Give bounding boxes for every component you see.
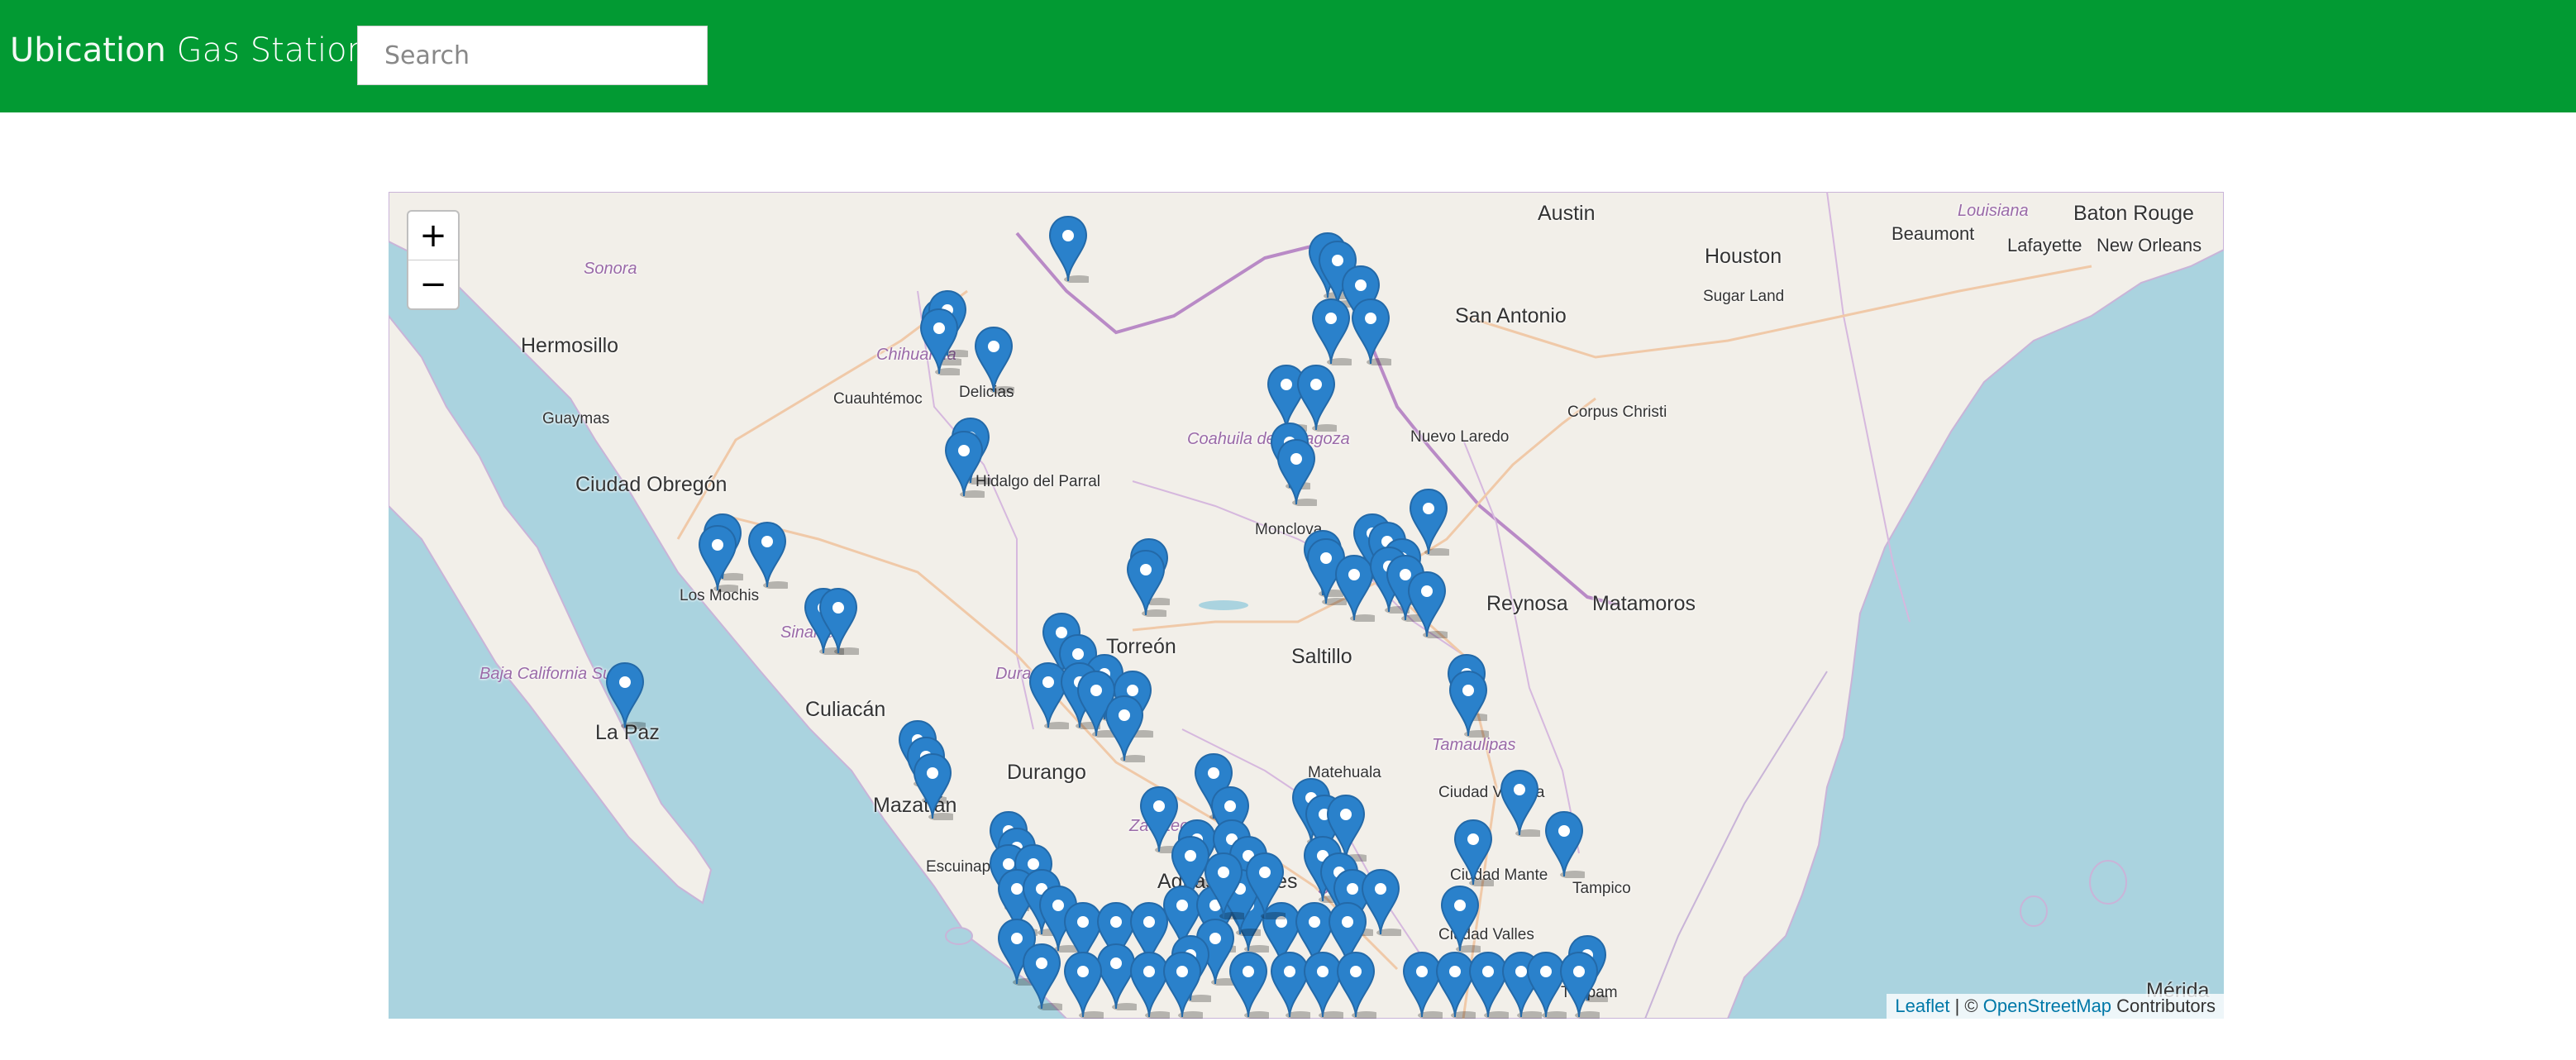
gas-station-marker-icon[interactable]: [1021, 943, 1062, 1010]
place-label-nuevo-laredo: Nuevo Laredo: [1410, 428, 1510, 446]
place-label-houston: Houston: [1705, 245, 1782, 268]
gas-station-marker-icon[interactable]: [1244, 852, 1286, 919]
place-label-tampico: Tampico: [1572, 880, 1631, 897]
search-input[interactable]: [358, 26, 707, 84]
gas-station-marker-icon[interactable]: [1125, 549, 1166, 617]
gas-station-marker-icon[interactable]: [1499, 769, 1540, 837]
map-container[interactable]: Austin Baton Rouge Louisiana Beaumont Lafaye…: [389, 192, 2224, 1019]
place-label-beaumont: Beaumont: [1891, 223, 1975, 244]
place-label-durango: Durango: [1007, 761, 1086, 784]
app-brand[interactable]: Ubication Gas Stations: [10, 31, 385, 69]
gas-station-marker-icon[interactable]: [912, 752, 953, 820]
place-label-ciudad-obregon: Ciudad Obregón: [575, 473, 727, 496]
map-attribution: Leaflet | © OpenStreetMap Contributors: [1887, 994, 2224, 1019]
gas-station-marker-icon[interactable]: [1104, 695, 1145, 762]
gas-station-marker-icon[interactable]: [1453, 819, 1494, 886]
place-label-new-orleans: New Orleans: [2097, 235, 2202, 255]
place-label-cuauhtemoc: Cuauhtémoc: [833, 390, 923, 408]
place-label-guaymas: Guaymas: [542, 410, 610, 427]
gas-station-marker-icon[interactable]: [747, 521, 788, 589]
place-label-sonora: Sonora: [584, 260, 637, 278]
place-label-hermosillo: Hermosillo: [521, 334, 619, 357]
gas-station-marker-icon[interactable]: [973, 326, 1014, 394]
attribution-contributors: Contributors: [2111, 996, 2216, 1016]
top-navbar: Ubication Gas Stations: [0, 0, 2576, 112]
zoom-in-button[interactable]: +: [408, 212, 458, 260]
gas-station-marker-icon[interactable]: [1276, 438, 1317, 506]
gas-station-marker-icon[interactable]: [1228, 951, 1269, 1019]
brand-bold-text: Gas Stations: [176, 31, 385, 69]
gas-station-marker-icon[interactable]: [604, 661, 646, 729]
place-label-corpus-christi: Corpus Christi: [1567, 403, 1667, 421]
place-label-reynosa: Reynosa: [1486, 592, 1568, 615]
place-label-lafayette: Lafayette: [2007, 235, 2082, 255]
place-label-hidalgo-del-parral: Hidalgo del Parral: [976, 473, 1101, 490]
place-label-culiacan: Culiacán: [805, 698, 886, 721]
place-label-saltillo: Saltillo: [1291, 645, 1352, 668]
gas-station-marker-icon[interactable]: [1162, 951, 1203, 1019]
gas-station-marker-icon[interactable]: [1558, 951, 1600, 1019]
place-label-louisiana: Louisiana: [1958, 202, 2029, 220]
brand-light-text: Ubication: [10, 31, 166, 69]
gas-station-marker-icon[interactable]: [818, 587, 859, 655]
gas-station-marker-icon[interactable]: [1335, 951, 1376, 1019]
zoom-control: + −: [407, 210, 460, 310]
search-box: [357, 26, 708, 85]
attribution-separator: | ©: [1949, 996, 1983, 1016]
gas-station-marker-icon[interactable]: [1047, 215, 1089, 283]
place-label-san-antonio: San Antonio: [1455, 304, 1567, 327]
leaflet-link[interactable]: Leaflet: [1895, 996, 1949, 1016]
zoom-out-button[interactable]: −: [408, 260, 458, 308]
gas-station-marker-icon[interactable]: [1439, 885, 1481, 953]
gas-station-marker-icon[interactable]: [1062, 951, 1104, 1019]
gas-station-marker-icon[interactable]: [918, 308, 960, 375]
place-label-baja-california-sur: Baja California Sur: [479, 665, 618, 683]
place-label-baton-rouge: Baton Rouge: [2073, 202, 2194, 225]
gas-station-marker-icon[interactable]: [1406, 571, 1448, 638]
openstreetmap-link[interactable]: OpenStreetMap: [1983, 996, 2111, 1016]
gas-station-marker-icon[interactable]: [1448, 670, 1489, 738]
place-label-matamoros: Matamoros: [1592, 592, 1696, 615]
gas-station-marker-icon[interactable]: [1543, 810, 1585, 878]
place-label-austin: Austin: [1538, 202, 1596, 225]
place-label-tamaulipas: Tamaulipas: [1432, 736, 1516, 754]
gas-station-marker-icon[interactable]: [1310, 298, 1352, 365]
gas-station-marker-icon[interactable]: [1350, 298, 1391, 365]
place-label-sugar-land: Sugar Land: [1703, 288, 1785, 305]
gas-station-marker-icon[interactable]: [697, 524, 738, 592]
gas-station-marker-icon[interactable]: [1203, 852, 1244, 919]
gas-station-marker-icon[interactable]: [943, 430, 985, 498]
